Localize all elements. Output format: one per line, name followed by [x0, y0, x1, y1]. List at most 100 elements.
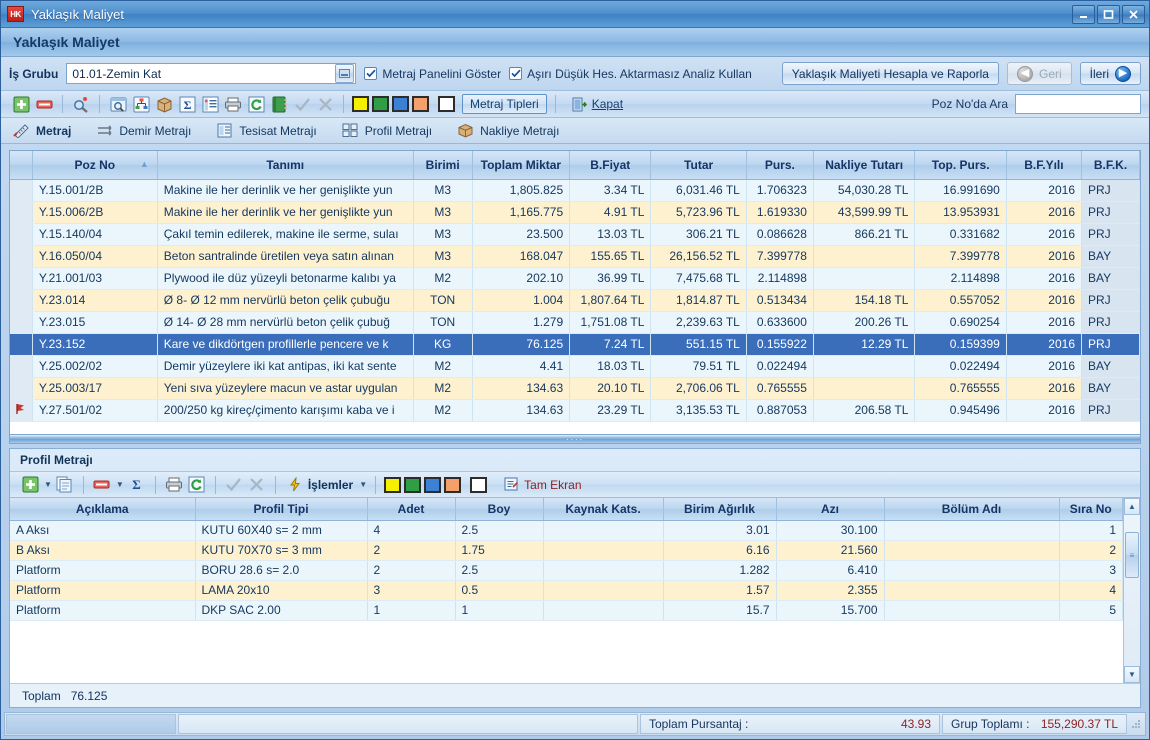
cell-tanimi[interactable]: Makine ile her derinlik ve her genişlikt…: [157, 201, 413, 223]
cell-nakliye-tutari[interactable]: 12.29 TL: [813, 333, 915, 355]
print-icon[interactable]: [164, 475, 184, 495]
col-profil-tipi[interactable]: Profil Tipi: [195, 498, 367, 520]
search-input[interactable]: [1015, 94, 1141, 114]
col-boy[interactable]: Boy: [455, 498, 543, 520]
cell-sira-no[interactable]: 4: [1059, 580, 1123, 600]
cell-toplam-miktar[interactable]: 23.500: [472, 223, 570, 245]
work-group-combo[interactable]: 01.01-Zemin Kat: [66, 63, 356, 84]
sum-icon[interactable]: Σ: [177, 94, 197, 114]
remove-icon[interactable]: [92, 475, 112, 495]
cell-tutar[interactable]: 79.51 TL: [651, 355, 746, 377]
resize-grip[interactable]: [1130, 719, 1142, 730]
cell-top-purs[interactable]: 0.331682: [915, 223, 1006, 245]
cell-aciklama[interactable]: Platform: [10, 580, 195, 600]
cell-sira-no[interactable]: 3: [1059, 560, 1123, 580]
cell-azi[interactable]: 2.355: [776, 580, 884, 600]
col-bf-yili[interactable]: B.F.Yılı: [1006, 151, 1081, 179]
cell-poz-no[interactable]: Y.15.140/04: [32, 223, 157, 245]
col-aciklama[interactable]: Açıklama: [10, 498, 195, 520]
cell-bfk[interactable]: PRJ: [1082, 399, 1140, 421]
cell-bfk[interactable]: BAY: [1082, 355, 1140, 377]
cell-toplam-miktar[interactable]: 1.004: [472, 289, 570, 311]
cell-tutar[interactable]: 26,156.52 TL: [651, 245, 746, 267]
color-swatch-blue[interactable]: [392, 96, 409, 112]
row-indicator[interactable]: [10, 179, 32, 201]
cell-b-fiyat[interactable]: 7.24 TL: [570, 333, 651, 355]
cell-top-purs[interactable]: 0.557052: [915, 289, 1006, 311]
cell-bfk[interactable]: PRJ: [1082, 311, 1140, 333]
cell-sira-no[interactable]: 5: [1059, 600, 1123, 620]
row-indicator[interactable]: [10, 245, 32, 267]
operations-dropdown-caret-icon[interactable]: ▼: [359, 480, 367, 489]
cell-nakliye-tutari[interactable]: 206.58 TL: [813, 399, 915, 421]
cell-bf-yili[interactable]: 2016: [1006, 245, 1081, 267]
low-bid-analysis-checkbox[interactable]: Aşırı Düşük Hes. Aktarmasız Analiz Kulla…: [509, 67, 752, 81]
col-bolum-adi[interactable]: Bölüm Adı: [884, 498, 1059, 520]
table-row[interactable]: Y.16.050/04Beton santralinde üretilen ve…: [10, 245, 1140, 267]
color-swatch-green[interactable]: [372, 96, 389, 112]
cell-adet[interactable]: 1: [367, 600, 455, 620]
cell-sira-no[interactable]: 2: [1059, 540, 1123, 560]
cell-tanimi[interactable]: Çakıl temin edilerek, makine ile serme, …: [157, 223, 413, 245]
cell-bolum-adi[interactable]: [884, 560, 1059, 580]
cell-boy[interactable]: 1: [455, 600, 543, 620]
table-row[interactable]: Y.23.014Ø 8- Ø 12 mm nervürlü beton çeli…: [10, 289, 1140, 311]
cell-nakliye-tutari[interactable]: 54,030.28 TL: [813, 179, 915, 201]
remove-icon[interactable]: [34, 94, 54, 114]
row-indicator[interactable]: [10, 377, 32, 399]
row-indicator[interactable]: [10, 355, 32, 377]
cell-bf-yili[interactable]: 2016: [1006, 355, 1081, 377]
table-row[interactable]: Y.15.140/04Çakıl temin edilerek, makine …: [10, 223, 1140, 245]
show-metraj-panel-checkbox[interactable]: Metraj Panelini Göster: [364, 67, 501, 81]
cell-bf-yili[interactable]: 2016: [1006, 223, 1081, 245]
col-azi[interactable]: Azı: [776, 498, 884, 520]
cell-birimi[interactable]: KG: [413, 333, 472, 355]
cell-adet[interactable]: 3: [367, 580, 455, 600]
cell-aciklama[interactable]: A Aksı: [10, 520, 195, 540]
cell-boy[interactable]: 2.5: [455, 520, 543, 540]
cell-bolum-adi[interactable]: [884, 600, 1059, 620]
cell-bfk[interactable]: BAY: [1082, 377, 1140, 399]
color-swatch-yellow[interactable]: [352, 96, 369, 112]
cell-adet[interactable]: 4: [367, 520, 455, 540]
table-row[interactable]: PlatformDKP SAC 2.001115.715.7005: [10, 600, 1123, 620]
row-indicator[interactable]: [10, 311, 32, 333]
cell-purs[interactable]: 1.706323: [746, 179, 813, 201]
table-row[interactable]: B AksıKUTU 70X70 s= 3 mm21.756.1621.5602: [10, 540, 1123, 560]
cell-profil-tipi[interactable]: KUTU 60X40 s= 2 mm: [195, 520, 367, 540]
cell-birimi[interactable]: M3: [413, 201, 472, 223]
cell-b-fiyat[interactable]: 3.34 TL: [570, 179, 651, 201]
panel-splitter[interactable]: ∙∙∙∙: [9, 435, 1141, 444]
cell-azi[interactable]: 6.410: [776, 560, 884, 580]
cell-top-purs[interactable]: 2.114898: [915, 267, 1006, 289]
operations-button[interactable]: İşlemler ▼: [288, 477, 367, 492]
cell-poz-no[interactable]: Y.21.001/03: [32, 267, 157, 289]
cell-birim-agirlik[interactable]: 15.7: [663, 600, 776, 620]
cell-birim-agirlik[interactable]: 3.01: [663, 520, 776, 540]
cancel-icon[interactable]: [247, 475, 267, 495]
cell-birimi[interactable]: M3: [413, 223, 472, 245]
cell-nakliye-tutari[interactable]: 866.21 TL: [813, 223, 915, 245]
cell-top-purs[interactable]: 0.765555: [915, 377, 1006, 399]
cell-tanimi[interactable]: Yeni sıva yüzeylere macun ve astar uygul…: [157, 377, 413, 399]
cell-bfk[interactable]: PRJ: [1082, 223, 1140, 245]
cell-toplam-miktar[interactable]: 134.63: [472, 377, 570, 399]
cell-tutar[interactable]: 6,031.46 TL: [651, 179, 746, 201]
cell-bolum-adi[interactable]: [884, 520, 1059, 540]
add-icon[interactable]: [20, 475, 40, 495]
refresh-icon[interactable]: [187, 475, 207, 495]
table-row[interactable]: Y.25.002/02Demir yüzeylere iki kat antip…: [10, 355, 1140, 377]
cell-poz-no[interactable]: Y.23.014: [32, 289, 157, 311]
cell-poz-no[interactable]: Y.25.002/02: [32, 355, 157, 377]
cell-nakliye-tutari[interactable]: [813, 245, 915, 267]
cell-bf-yili[interactable]: 2016: [1006, 289, 1081, 311]
cell-tanimi[interactable]: Makine ile her derinlik ve her genişlikt…: [157, 179, 413, 201]
cell-poz-no[interactable]: Y.25.003/17: [32, 377, 157, 399]
row-indicator[interactable]: [10, 289, 32, 311]
cell-tutar[interactable]: 551.15 TL: [651, 333, 746, 355]
col-birim-agirlik[interactable]: Birim Ağırlık: [663, 498, 776, 520]
cell-top-purs[interactable]: 0.945496: [915, 399, 1006, 421]
inspect-icon[interactable]: [71, 94, 91, 114]
color-swatch-orange[interactable]: [444, 477, 461, 493]
row-indicator[interactable]: [10, 201, 32, 223]
